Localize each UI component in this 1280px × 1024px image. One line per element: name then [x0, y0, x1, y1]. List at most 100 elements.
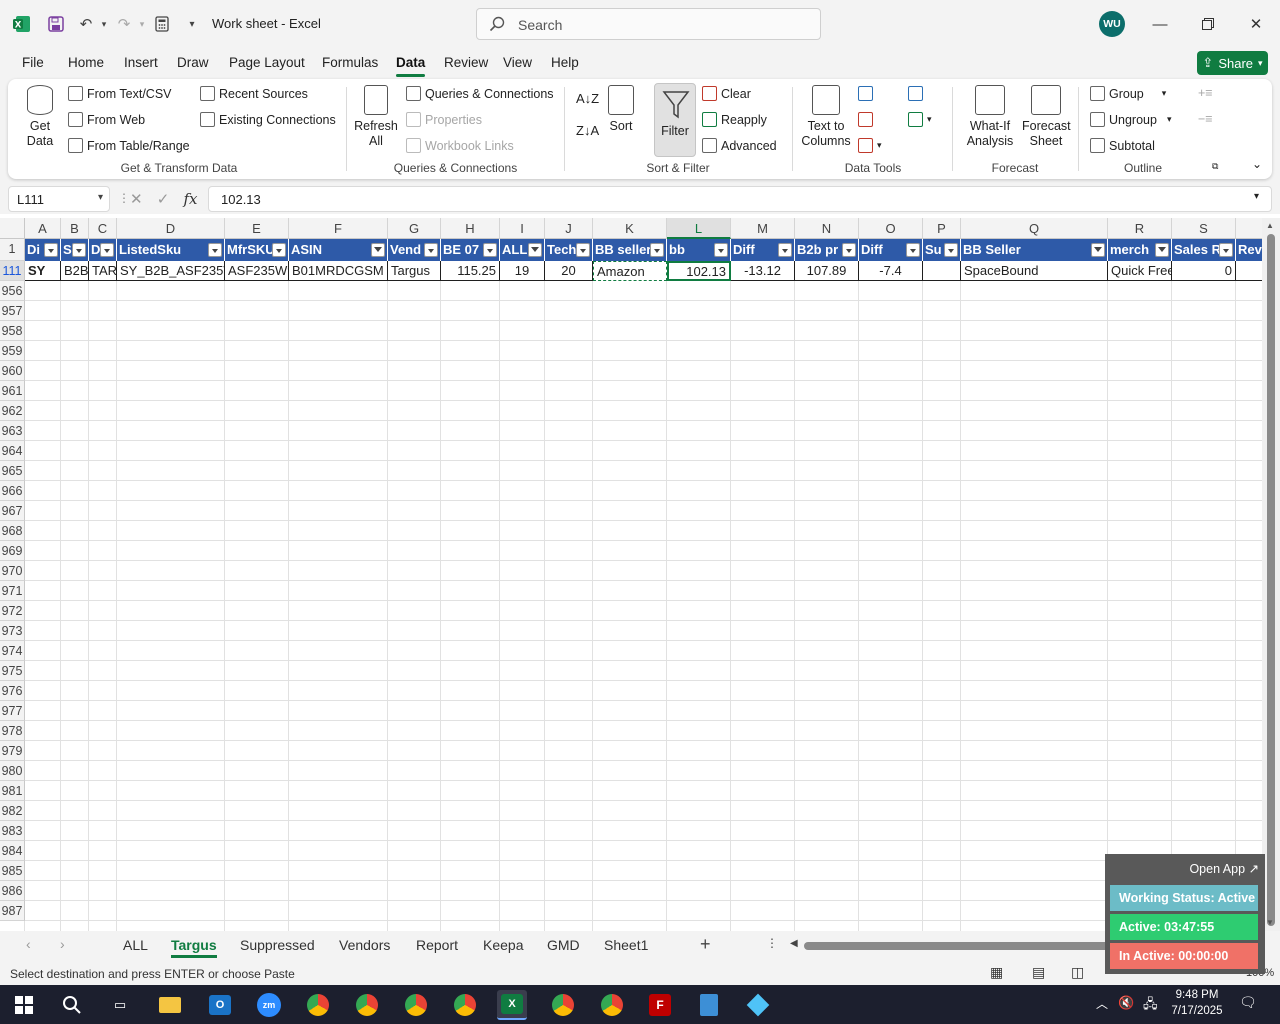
sheet-tab-all[interactable]: ALL	[123, 937, 148, 953]
excel-taskbar-icon[interactable]: X	[497, 990, 527, 1020]
row-header[interactable]: 980	[0, 761, 25, 781]
chrome-icon[interactable]	[450, 990, 480, 1020]
column-header[interactable]: D	[117, 218, 225, 239]
table-header-cell[interactable]: D	[89, 239, 117, 261]
table-cell[interactable]: 20	[545, 261, 593, 281]
filter-dropdown-icon[interactable]	[1219, 243, 1233, 257]
minimize-button[interactable]: —	[1148, 12, 1172, 36]
column-header[interactable]: Q	[961, 218, 1108, 239]
tab-formulas[interactable]: Formulas	[322, 55, 378, 70]
table-cell[interactable]	[923, 261, 961, 281]
customize-toolbar-icon[interactable]: ▾	[182, 14, 202, 34]
row-header[interactable]: 966	[0, 481, 25, 501]
share-button[interactable]: ⇪ Share ▾	[1197, 51, 1268, 75]
sheet-tab-suppressed[interactable]: Suppressed	[240, 937, 315, 953]
tray-chevron-icon[interactable]: ︿	[1096, 995, 1108, 1012]
table-header-cell[interactable]: BB seller	[593, 239, 667, 261]
table-cell[interactable]: SpaceBound	[961, 261, 1108, 281]
save-icon[interactable]	[46, 14, 66, 34]
remove-duplicates-button[interactable]	[858, 112, 873, 127]
row-header[interactable]: 968	[0, 521, 25, 541]
vertical-scroll-thumb[interactable]	[1267, 234, 1275, 926]
table-cell[interactable]	[1236, 261, 1262, 281]
sort-z-a-icon[interactable]: Z↓A	[576, 123, 599, 138]
filter-dropdown-icon[interactable]	[72, 243, 86, 257]
filter-dropdown-icon[interactable]	[650, 243, 664, 257]
undo-icon[interactable]: ↶	[76, 14, 96, 34]
sheet-tab-keepa[interactable]: Keepa	[483, 937, 523, 953]
tab-data[interactable]: Data	[396, 55, 426, 77]
calculator-app-icon[interactable]	[694, 990, 724, 1020]
column-header[interactable]: F	[289, 218, 388, 239]
chrome-icon[interactable]	[401, 990, 431, 1020]
chrome-icon[interactable]	[352, 990, 382, 1020]
table-header-cell[interactable]: BB Seller	[961, 239, 1108, 261]
table-header-cell[interactable]: S	[61, 239, 89, 261]
data-validation-button[interactable]: ▾	[858, 138, 882, 153]
filter-dropdown-icon[interactable]	[272, 243, 286, 257]
windows-start-icon[interactable]	[9, 990, 39, 1020]
tab-review[interactable]: Review	[444, 55, 488, 70]
filter-button[interactable]: Filter	[654, 83, 696, 157]
column-header[interactable]: M	[731, 218, 795, 239]
table-cell[interactable]: Quick Free	[1108, 261, 1172, 281]
chrome-icon[interactable]	[548, 990, 578, 1020]
row-header[interactable]: 976	[0, 681, 25, 701]
sort-button[interactable]: Sort	[606, 85, 636, 134]
filter-dropdown-icon[interactable]	[842, 243, 856, 257]
table-header-cell[interactable]: ASIN	[289, 239, 388, 261]
table-cell[interactable]: 115.25	[441, 261, 500, 281]
filter-dropdown-icon[interactable]	[44, 243, 58, 257]
tab-insert[interactable]: Insert	[124, 55, 158, 70]
row-header[interactable]: 975	[0, 661, 25, 681]
restore-button[interactable]	[1196, 12, 1220, 36]
from-web-button[interactable]: From Web	[68, 112, 145, 127]
app-diamond-icon[interactable]	[743, 990, 773, 1020]
next-sheet-icon[interactable]: ›	[60, 936, 65, 952]
row-header[interactable]: 974	[0, 641, 25, 661]
row-header[interactable]: 983	[0, 821, 25, 841]
insert-function-icon[interactable]: fx	[184, 190, 198, 208]
row-header[interactable]: 959	[0, 341, 25, 361]
task-view-icon[interactable]: ▭	[105, 990, 135, 1020]
table-cell[interactable]: 102.13	[667, 261, 731, 281]
table-cell[interactable]: Targus	[388, 261, 441, 281]
notifications-icon[interactable]: 🗨	[1239, 994, 1257, 1011]
row-header[interactable]: 977	[0, 701, 25, 721]
taskbar-search-icon[interactable]	[57, 990, 87, 1020]
tab-draw[interactable]: Draw	[177, 55, 209, 70]
page-break-view-icon[interactable]: ◫	[1071, 964, 1084, 981]
chrome-icon[interactable]	[597, 990, 627, 1020]
get-data-button[interactable]: Get Data	[22, 85, 58, 149]
table-cell[interactable]: 19	[500, 261, 545, 281]
prev-sheet-icon[interactable]: ‹	[26, 936, 31, 952]
table-cell[interactable]: SY_B2B_ASF235W	[117, 261, 225, 281]
clock-time[interactable]: 9:48 PM	[1172, 989, 1222, 1001]
table-header-cell[interactable]: Sales R	[1172, 239, 1236, 261]
more-sheets-icon[interactable]: ⋮	[766, 936, 778, 950]
filter-dropdown-icon[interactable]	[778, 243, 792, 257]
column-header[interactable]: S	[1172, 218, 1236, 239]
network-icon[interactable]: 🖧	[1143, 995, 1158, 1017]
table-header-cell[interactable]: B2b pr	[795, 239, 859, 261]
user-avatar[interactable]: WU	[1099, 11, 1125, 37]
sheet-tab-targus[interactable]: Targus	[171, 937, 217, 958]
table-header-cell[interactable]: Di	[25, 239, 61, 261]
filter-dropdown-icon[interactable]	[1091, 243, 1105, 257]
search-input[interactable]: Search	[476, 8, 821, 40]
spreadsheet-grid[interactable]: ABCDEFGHIJKLMNOPQRS Di SY S B2B D TAR ListedSk…	[0, 218, 1262, 931]
column-header[interactable]: N	[795, 218, 859, 239]
table-header-cell[interactable]: Diff	[859, 239, 923, 261]
column-header[interactable]: A	[25, 218, 61, 239]
recent-sources-button[interactable]: Recent Sources	[200, 86, 308, 101]
table-header-cell[interactable]: Vend	[388, 239, 441, 261]
tab-home[interactable]: Home	[68, 55, 104, 70]
row-header[interactable]: 964	[0, 441, 25, 461]
scroll-left-icon[interactable]: ◀	[790, 938, 798, 949]
row-header[interactable]: 965	[0, 461, 25, 481]
column-header[interactable]: J	[545, 218, 593, 239]
chrome-icon[interactable]	[303, 990, 333, 1020]
row-header[interactable]: 970	[0, 561, 25, 581]
row-header[interactable]: 1	[0, 239, 25, 261]
clear-filter-button[interactable]: Clear	[702, 86, 751, 101]
